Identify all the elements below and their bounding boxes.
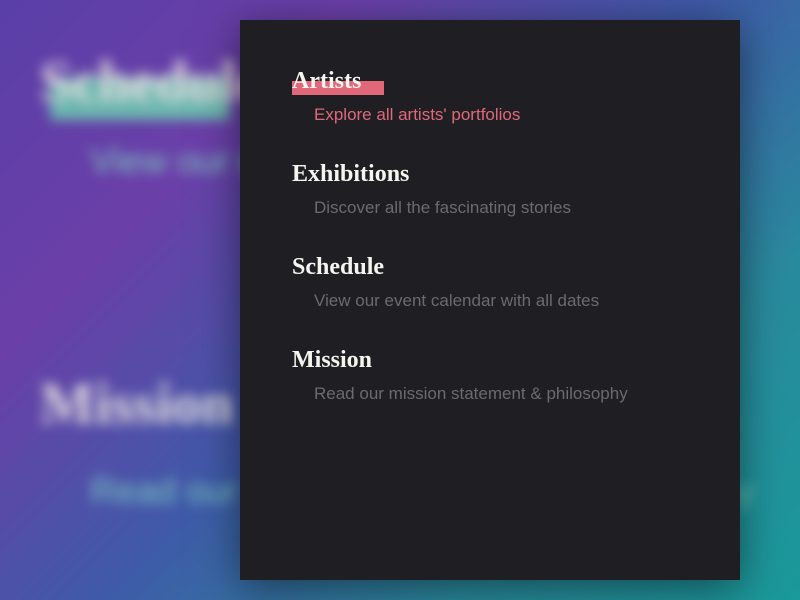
menu-subtitle: Read our mission statement & philosophy (314, 384, 688, 404)
menu-item-artists[interactable]: Artists Explore all artists' portfolios (292, 68, 688, 125)
menu-item-mission[interactable]: Mission Read our mission statement & phi… (292, 347, 688, 404)
menu-item-exhibitions[interactable]: Exhibitions Discover all the fascinating… (292, 161, 688, 218)
menu-subtitle: Discover all the fascinating stories (314, 198, 688, 218)
menu-subtitle: Explore all artists' portfolios (314, 105, 688, 125)
menu-title: Artists (292, 68, 361, 95)
menu-panel: Artists Explore all artists' portfolios … (240, 20, 740, 580)
menu-title: Mission (292, 347, 372, 374)
menu-subtitle: View our event calendar with all dates (314, 291, 688, 311)
bg-title-schedule: Schedule (40, 48, 262, 115)
menu-title: Exhibitions (292, 161, 409, 188)
menu-title: Schedule (292, 254, 384, 281)
bg-title-mission: Mission (40, 370, 233, 437)
menu-item-schedule[interactable]: Schedule View our event calendar with al… (292, 254, 688, 311)
